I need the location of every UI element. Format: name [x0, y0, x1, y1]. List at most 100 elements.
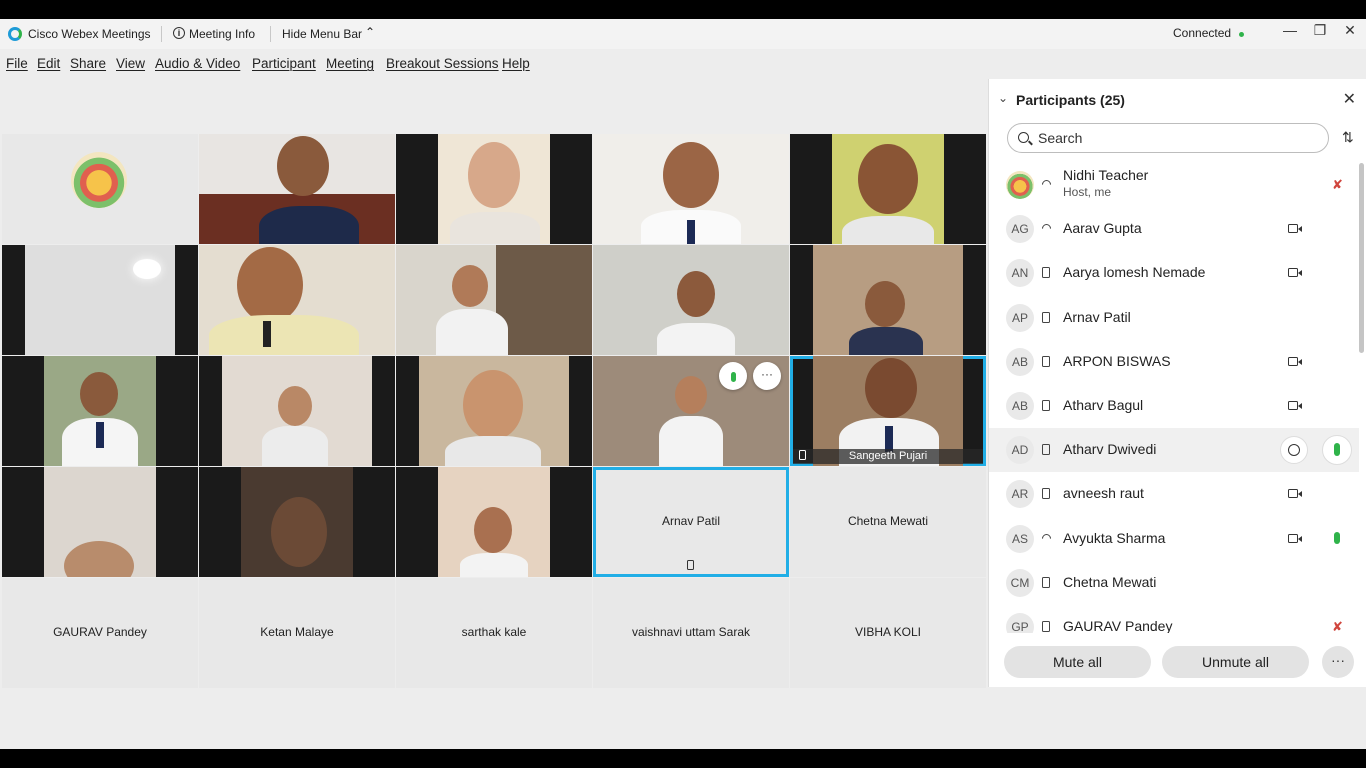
avatar: AN [1006, 259, 1034, 288]
avatar: AR [1006, 480, 1034, 509]
divider [270, 26, 271, 42]
phone-icon [687, 560, 694, 570]
name-tile[interactable]: vaishnavi uttam Sarak [593, 578, 789, 688]
menu-audio-video[interactable]: Audio & Video [155, 56, 240, 71]
minimize-icon[interactable]: — [1280, 22, 1300, 38]
video-camera-icon [1288, 489, 1302, 499]
participant-row[interactable]: AR avneesh raut [989, 472, 1359, 516]
menu-breakout-sessions[interactable]: Breakout Sessions [386, 56, 499, 71]
name-tile[interactable]: sarthak kale [396, 578, 592, 688]
video-tile[interactable] [593, 245, 789, 355]
info-icon[interactable]: i [173, 27, 185, 39]
menu-help[interactable]: Help [502, 56, 530, 71]
close-icon[interactable]: ✕ [1340, 22, 1360, 39]
phone-icon [1042, 621, 1050, 632]
participant-search[interactable] [1007, 123, 1329, 153]
video-camera-icon [1288, 401, 1302, 410]
participant-row[interactable]: AN Aarya lomesh Nemade [989, 251, 1359, 295]
avatar: AD [1006, 436, 1034, 465]
video-tile[interactable] [396, 134, 592, 244]
video-tile[interactable] [199, 467, 395, 577]
menu-file[interactable]: File [6, 56, 28, 71]
mic-on-icon[interactable] [1322, 435, 1352, 466]
participant-scrollbar[interactable] [1359, 163, 1364, 353]
mute-all-button[interactable]: Mute all [1004, 646, 1151, 678]
sort-list-icon[interactable]: ⇅ [1342, 129, 1354, 146]
chat-icon[interactable] [1280, 436, 1308, 465]
participant-row[interactable]: Nidhi Teacher Host, me ✘ [989, 163, 1359, 207]
video-camera-icon [1288, 356, 1302, 366]
restore-icon[interactable]: ❐ [1310, 22, 1330, 39]
video-tile[interactable] [396, 245, 592, 355]
video-tile-host[interactable] [2, 134, 198, 244]
participant-name: Nidhi Teacher [1063, 167, 1149, 183]
participant-row[interactable]: AP Arnav Patil [989, 296, 1359, 340]
more-options-button[interactable]: ··· [1322, 646, 1354, 678]
host-avatar [71, 152, 127, 208]
menu-share[interactable]: Share [70, 56, 106, 71]
menu-meeting[interactable]: Meeting [326, 56, 374, 71]
video-grid: ··· Sangeeth Pujari Arnav Patil Chetna M… [2, 134, 987, 689]
mic-on-icon[interactable] [1334, 531, 1340, 544]
avatar: AB [1006, 392, 1034, 420]
avatar [1006, 171, 1034, 199]
avatar: CM [1006, 568, 1034, 597]
video-camera-icon [1288, 224, 1302, 234]
video-tile[interactable] [396, 356, 592, 466]
participant-row[interactable]: GP GAURAV Pandey ✘ [989, 605, 1359, 633]
search-input[interactable] [1038, 129, 1318, 147]
video-tile[interactable] [199, 356, 395, 466]
name-tile[interactable]: GAURAV Pandey [2, 578, 198, 688]
menu-view[interactable]: View [116, 56, 145, 71]
video-tile-active-speaker[interactable]: Sangeeth Pujari [790, 356, 986, 466]
avatar: AS [1006, 524, 1034, 553]
name-tile[interactable]: Chetna Mewati [790, 467, 986, 577]
video-tile[interactable]: ··· [593, 356, 789, 466]
menu-participant[interactable]: Participant [252, 56, 316, 71]
hide-menu-bar-button[interactable]: Hide Menu Bar [282, 27, 362, 41]
participant-name: Chetna Mewati [847, 514, 929, 528]
video-tile[interactable] [199, 134, 395, 244]
collapse-chevron-icon[interactable]: ⌄ [998, 91, 1008, 105]
menu-edit[interactable]: Edit [37, 56, 60, 71]
chevron-up-icon[interactable]: ⌃ [365, 25, 375, 39]
participant-name: ARPON BISWAS [1063, 352, 1171, 369]
participants-panel: ⌄ Participants (25) ✕ ⇅ Nidhi Teacher Hos… [988, 79, 1366, 687]
name-tile[interactable]: Arnav Patil [593, 467, 789, 577]
name-tile[interactable]: Ketan Malaye [199, 578, 395, 688]
mic-icon [730, 371, 736, 382]
webex-logo-icon [8, 27, 22, 41]
tile-more-button[interactable]: ··· [753, 362, 781, 390]
computer-audio-icon [1042, 179, 1054, 190]
participant-row[interactable]: AS Avyukta Sharma [989, 517, 1359, 561]
participant-name: Aarav Gupta [1063, 220, 1142, 237]
participant-name: GAURAV Pandey [53, 625, 147, 639]
participant-name: Ketan Malaye [260, 625, 334, 639]
participant-name: Avyukta Sharma [1063, 529, 1166, 546]
video-tile[interactable] [199, 245, 395, 355]
participant-row[interactable]: AD Atharv Dwivedi [989, 428, 1359, 473]
name-tile[interactable]: VIBHA KOLI [790, 578, 986, 688]
video-tile[interactable] [2, 245, 198, 355]
video-tile[interactable] [2, 467, 198, 577]
participant-row[interactable]: AB ARPON BISWAS [989, 340, 1359, 384]
mic-muted-icon[interactable]: ✘ [1332, 177, 1343, 193]
mic-muted-icon[interactable]: ✘ [1332, 619, 1343, 633]
video-tile[interactable] [2, 356, 198, 466]
video-tile[interactable] [790, 245, 986, 355]
unmute-all-button[interactable]: Unmute all [1162, 646, 1309, 678]
participant-name: Chetna Mewati [1063, 573, 1157, 590]
title-bar: Cisco Webex Meetings i Meeting Info Hide… [0, 19, 1366, 49]
participant-row[interactable]: CM Chetna Mewati [989, 561, 1359, 605]
participant-row[interactable]: AB Atharv Bagul [989, 384, 1359, 428]
close-panel-icon[interactable]: ✕ [1343, 89, 1356, 109]
phone-icon [1042, 311, 1050, 323]
video-tile[interactable] [593, 134, 789, 244]
participant-row[interactable]: AG Aarav Gupta [989, 207, 1359, 251]
avatar: AB [1006, 347, 1034, 376]
meeting-info-button[interactable]: Meeting Info [189, 27, 255, 41]
tile-mic-button[interactable] [719, 362, 747, 390]
phone-icon [1042, 444, 1050, 456]
video-tile[interactable] [396, 467, 592, 577]
video-tile[interactable] [790, 134, 986, 244]
